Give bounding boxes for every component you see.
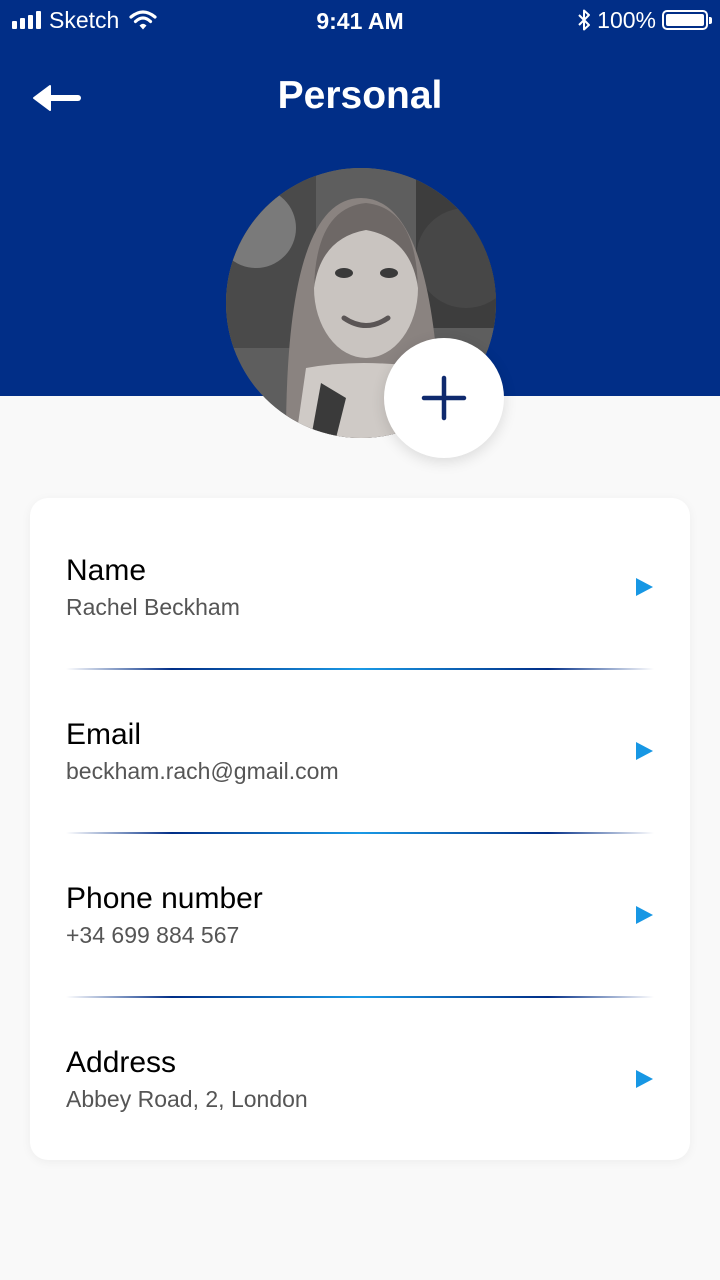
chevron-right-icon (636, 1070, 653, 1088)
battery-percent: 100% (597, 6, 656, 33)
field-label: Address (66, 1046, 177, 1079)
chevron-right-icon (636, 578, 653, 596)
status-bar: Sketch 9:41 AM 100% (0, 0, 720, 40)
field-value: beckham.rach@gmail.com (66, 758, 339, 784)
bluetooth-icon (578, 9, 591, 31)
field-value: +34 699 884 567 (66, 922, 240, 948)
chevron-right-icon (636, 742, 653, 760)
field-row-phone[interactable]: Phone number +34 699 884 567 (30, 826, 690, 990)
field-row-address[interactable]: Address Abbey Road, 2, London (30, 990, 690, 1154)
page-title: Personal (277, 74, 443, 117)
field-label: Email (66, 718, 142, 751)
field-label: Name (66, 554, 147, 587)
battery-icon (662, 10, 712, 30)
battery-tip (709, 17, 712, 24)
field-value: Abbey Road, 2, London (66, 1086, 308, 1112)
field-row-email[interactable]: Email beckham.rach@gmail.com (30, 662, 690, 826)
personal-info-card: Name Rachel Beckham Email beckham.rach@g… (30, 498, 690, 1160)
field-label: Phone number (66, 882, 263, 915)
status-right: 100% (577, 6, 712, 34)
field-value: Rachel Beckham (66, 594, 240, 620)
battery-fill (666, 14, 704, 26)
plus-icon (421, 375, 467, 421)
chevron-right-icon (636, 906, 653, 924)
field-row-name[interactable]: Name Rachel Beckham (30, 498, 690, 662)
add-photo-button[interactable] (384, 338, 504, 458)
